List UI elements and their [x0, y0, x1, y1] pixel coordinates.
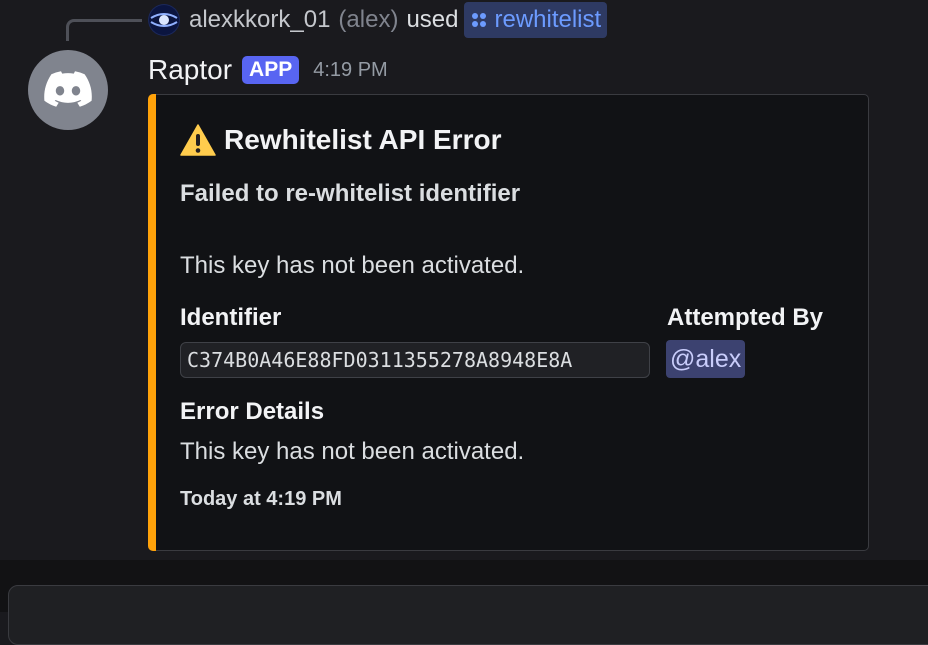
- embed-title: Rewhitelist API Error: [180, 120, 501, 160]
- field-attempted-by-name: Attempted By: [667, 304, 824, 331]
- embed-footer-timestamp: Today at 4:19 PM: [180, 488, 342, 510]
- reply-username[interactable]: alexkkork_01: [189, 6, 330, 34]
- embed-subtitle: Failed to re-whitelist identifier: [180, 180, 521, 207]
- slash-command-chip[interactable]: rewhitelist: [464, 2, 608, 38]
- discord-logo-icon: [44, 71, 92, 107]
- user-mention[interactable]: @alex: [666, 340, 746, 378]
- message-header: Raptor APP 4:19 PM: [148, 52, 388, 88]
- reply-nickname: (alex): [338, 6, 399, 33]
- app-command-icon: [472, 13, 487, 27]
- reply-user-avatar[interactable]: [148, 4, 180, 36]
- embed-title-text: Rewhitelist API Error: [224, 124, 502, 155]
- reply-used-text: used: [406, 6, 459, 33]
- bot-avatar[interactable]: [28, 50, 108, 130]
- embed-description: This key has not been activated.: [180, 252, 525, 279]
- app-badge: APP: [242, 56, 300, 84]
- reply-context: alexkkork_01 (alex) used rewhitelist: [148, 2, 608, 38]
- reply-connector-line: [66, 19, 142, 41]
- message-timestamp[interactable]: 4:19 PM: [313, 59, 387, 82]
- field-identifier-name: Identifier: [180, 304, 282, 331]
- slash-command-name: rewhitelist: [494, 6, 602, 33]
- author-name[interactable]: Raptor: [148, 54, 232, 86]
- embed-accent-bar: [148, 94, 156, 551]
- identifier-code: C374B0A46E88FD0311355278A8948E8A: [180, 342, 650, 378]
- warning-icon: [180, 124, 216, 156]
- field-error-details-name: Error Details: [180, 398, 325, 425]
- field-error-details-value: This key has not been activated.: [180, 438, 525, 465]
- message-composer[interactable]: [8, 585, 928, 645]
